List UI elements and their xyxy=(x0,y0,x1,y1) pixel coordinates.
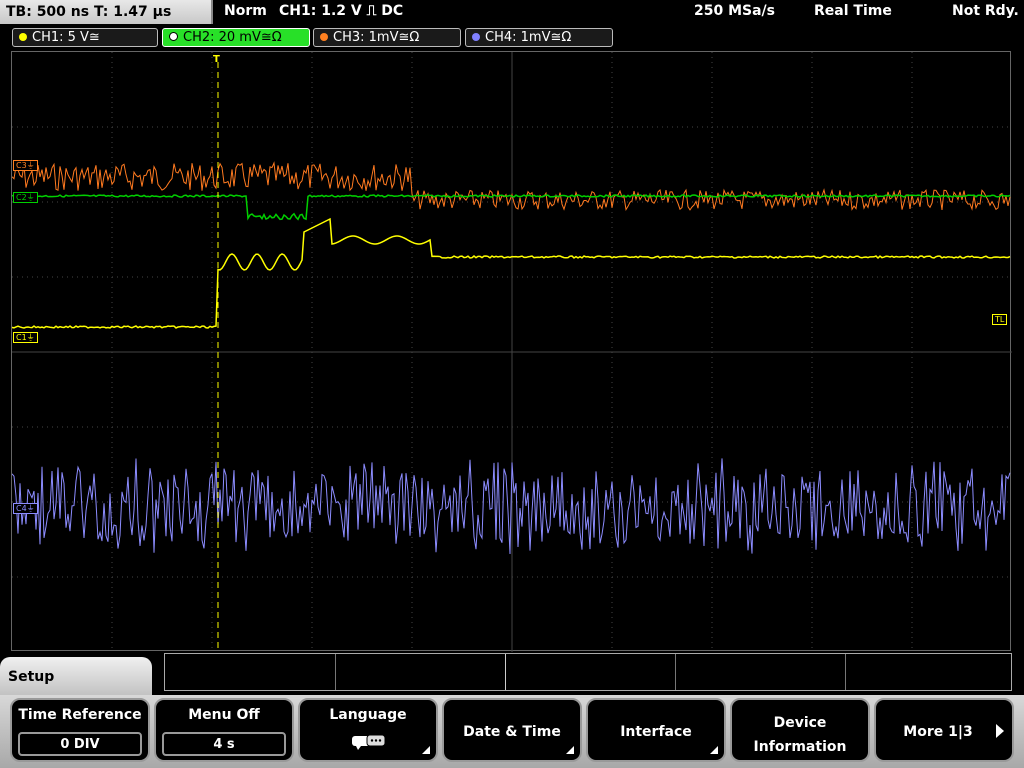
ch2-waveform xyxy=(12,194,1011,221)
graticule xyxy=(12,52,1012,652)
channel-label: CH1: 5 V≅ xyxy=(32,30,100,45)
ch3-waveform xyxy=(12,161,1011,211)
language-softkey[interactable]: Language xyxy=(298,698,438,762)
ch3-ground-marker[interactable]: C3⏚ xyxy=(13,160,38,171)
horizontal-overview-ruler xyxy=(164,653,1012,691)
trigger-position-marker[interactable]: T xyxy=(213,54,220,65)
timebase-readout[interactable]: TB: 500 ns T: 1.47 µs xyxy=(0,0,213,24)
ch4-waveform xyxy=(12,458,1011,554)
sample-rate: 250 MSa/s xyxy=(694,3,776,19)
acquisition-state: Not Rdy. xyxy=(952,3,1019,19)
menu-off-value: 4 s xyxy=(162,732,286,756)
trigger-setting[interactable]: CH1: 1.2 V ⎍ DC xyxy=(279,3,403,19)
device-information-softkey[interactable]: Device Information xyxy=(730,698,870,762)
softkey-label: Language xyxy=(329,707,407,723)
menu-off-softkey[interactable]: Menu Off 4 s xyxy=(154,698,294,762)
ch2-ground-marker[interactable]: C2⏚ xyxy=(13,192,38,203)
softkey-bar: Time Reference 0 DIV Menu Off 4 s Langua… xyxy=(0,695,1024,768)
ruler-tick xyxy=(845,654,846,690)
trigger-mode[interactable]: Norm xyxy=(224,3,267,19)
ch1-ground-marker[interactable]: C1⏚ xyxy=(13,332,38,343)
softkey-label: Time Reference xyxy=(18,707,142,723)
ruler-tick xyxy=(505,654,506,690)
channel-label: CH4: 1mV≅Ω xyxy=(485,30,572,45)
acquisition-mode: Real Time xyxy=(814,3,892,19)
time-reference-value: 0 DIV xyxy=(18,732,142,756)
channel-tab-ch4[interactable]: CH4: 1mV≅Ω xyxy=(465,28,613,47)
trigger-level-marker[interactable]: TL xyxy=(992,314,1008,325)
waveform-display[interactable]: C3⏚ C2⏚ C1⏚ C4⏚ TL T xyxy=(11,51,1012,652)
ch3-color-icon xyxy=(320,33,328,41)
ch4-color-icon xyxy=(472,33,480,41)
softkey-label-line1: Device xyxy=(773,715,827,731)
ch4-ground-marker[interactable]: C4⏚ xyxy=(13,503,38,514)
next-page-arrow-icon xyxy=(996,724,1004,738)
ch1-color-icon xyxy=(19,33,27,41)
ruler-tick xyxy=(675,654,676,690)
ruler-tick xyxy=(335,654,336,690)
submenu-corner-icon xyxy=(710,746,718,754)
language-speech-bubbles-icon xyxy=(352,734,386,750)
status-bar: TB: 500 ns T: 1.47 µs Norm CH1: 1.2 V ⎍ … xyxy=(0,0,1024,26)
softkey-label-line2: Information xyxy=(753,739,847,755)
more-softkey[interactable]: More 1|3 xyxy=(874,698,1014,762)
softkey-label: Menu Off xyxy=(188,707,260,723)
softkey-label: More 1|3 xyxy=(903,724,973,740)
submenu-corner-icon xyxy=(422,746,430,754)
channel-label: CH2: 20 mV≅Ω xyxy=(183,30,282,45)
channel-tabs: CH1: 5 V≅ CH2: 20 mV≅Ω CH3: 1mV≅Ω CH4: 1… xyxy=(0,27,1024,49)
softkey-label: Date & Time xyxy=(463,724,561,740)
channel-label: CH3: 1mV≅Ω xyxy=(333,30,420,45)
channel-tab-ch1[interactable]: CH1: 5 V≅ xyxy=(12,28,158,47)
ch2-color-icon xyxy=(169,32,178,41)
submenu-corner-icon xyxy=(566,746,574,754)
channel-tab-ch3[interactable]: CH3: 1mV≅Ω xyxy=(313,28,461,47)
ch1-waveform xyxy=(12,217,1011,329)
menu-title-tab: Setup xyxy=(0,657,152,697)
interface-softkey[interactable]: Interface xyxy=(586,698,726,762)
waveform-traces xyxy=(12,161,1011,554)
date-time-softkey[interactable]: Date & Time xyxy=(442,698,582,762)
softkey-label: Interface xyxy=(620,724,692,740)
time-reference-softkey[interactable]: Time Reference 0 DIV xyxy=(10,698,150,762)
waveform-svg xyxy=(12,52,1012,652)
channel-tab-ch2[interactable]: CH2: 20 mV≅Ω xyxy=(162,28,310,47)
